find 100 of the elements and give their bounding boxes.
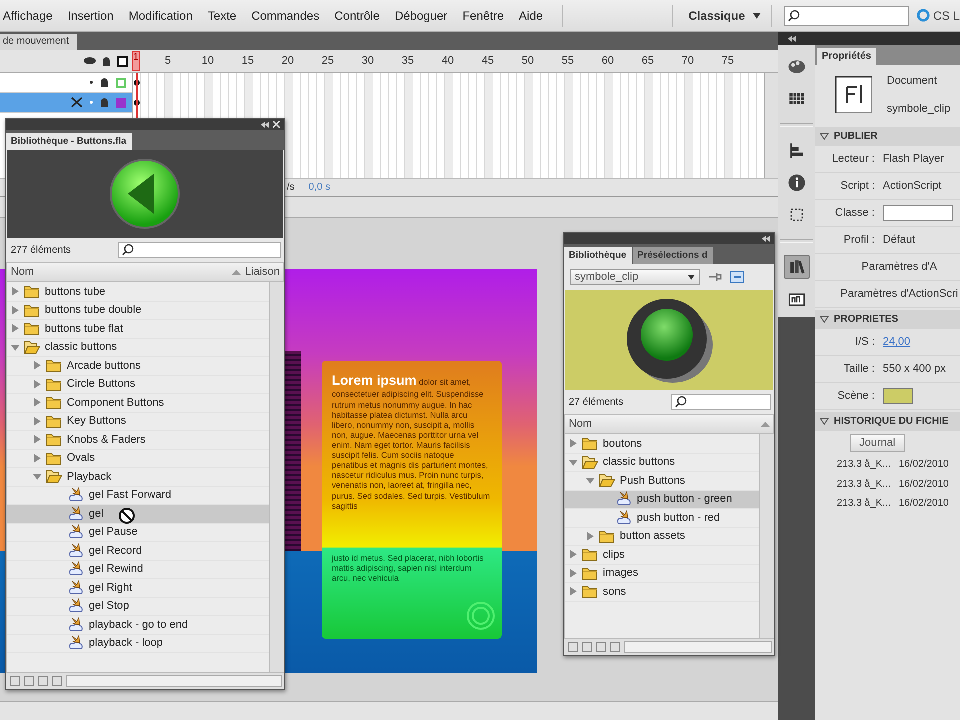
properties-icon[interactable] xyxy=(38,676,49,686)
expand-arrow-icon[interactable] xyxy=(586,532,595,541)
section-header[interactable]: PROPRIETES xyxy=(815,310,960,329)
column-header[interactable]: Nom xyxy=(11,266,34,278)
expand-arrow-icon[interactable] xyxy=(33,454,42,463)
new-folder-icon[interactable] xyxy=(24,676,35,686)
collapse-arrow-icon[interactable] xyxy=(11,342,20,352)
collapse-arrow-icon[interactable] xyxy=(33,472,42,482)
expand-arrow-icon[interactable] xyxy=(11,324,20,334)
new-folder-icon[interactable] xyxy=(582,642,593,652)
menu-item[interactable]: Modification xyxy=(128,6,193,24)
tree-item[interactable]: sons xyxy=(565,583,759,602)
column-header[interactable]: Liaison xyxy=(245,266,280,278)
tree-item[interactable]: buttons tube xyxy=(7,283,269,302)
expand-arrow-icon[interactable] xyxy=(33,416,42,426)
pin-icon[interactable] xyxy=(708,271,722,283)
tree-item[interactable]: Playback xyxy=(7,468,269,486)
horizontal-scrollbar[interactable] xyxy=(624,641,772,653)
expand-arrow-icon[interactable] xyxy=(569,550,578,560)
panel-tab[interactable]: de mouvement xyxy=(0,34,78,50)
collapse-arrow-icon[interactable] xyxy=(586,476,595,486)
menu-item[interactable]: Insertion xyxy=(68,6,114,24)
section-header[interactable]: HISTORIQUE DU FICHIE xyxy=(815,412,960,431)
tree-item[interactable]: boutons xyxy=(565,435,759,454)
menu-item[interactable]: Affichage xyxy=(3,6,53,24)
value-link[interactable]: 24,00 xyxy=(883,336,911,348)
horizontal-scrollbar[interactable] xyxy=(66,675,282,687)
properties-icon[interactable] xyxy=(596,642,607,652)
symbol-dropdown[interactable]: symbole_clip xyxy=(570,269,700,285)
menu-item[interactable]: Contrôle xyxy=(334,6,380,24)
menu-item[interactable]: Déboguer xyxy=(394,6,448,24)
color-swatch[interactable] xyxy=(883,388,913,404)
new-library-icon[interactable] xyxy=(730,270,745,284)
menu-item[interactable]: Texte xyxy=(208,6,237,24)
tree-item[interactable]: push button - green xyxy=(565,490,759,509)
tree-item[interactable]: Component Buttons xyxy=(7,394,269,412)
close-icon[interactable] xyxy=(273,121,280,128)
tree-item[interactable]: gel Pause xyxy=(7,524,269,542)
menu-item[interactable]: Aide xyxy=(519,6,544,24)
tree-item[interactable]: gel Right xyxy=(7,579,269,598)
tree-item[interactable]: gel Rewind xyxy=(7,560,269,579)
tree-item[interactable]: playback - loop xyxy=(7,634,269,653)
collapse-panel-icon[interactable] xyxy=(261,122,269,128)
collapse-arrow-icon[interactable] xyxy=(820,418,829,425)
expand-arrow-icon[interactable] xyxy=(33,361,42,370)
expand-arrow-icon[interactable] xyxy=(569,439,578,448)
books-icon[interactable] xyxy=(784,255,810,279)
search-field[interactable] xyxy=(784,6,910,26)
tree-item[interactable]: gel Stop xyxy=(7,598,269,616)
settings-button[interactable]: Paramètres d'ActionScri xyxy=(840,288,958,300)
delete-icon[interactable] xyxy=(52,676,63,686)
panel-tab[interactable]: Propriétés xyxy=(817,48,876,65)
expand-arrow-icon[interactable] xyxy=(569,568,578,578)
delete-icon[interactable] xyxy=(610,642,621,652)
collapse-arrow-icon[interactable] xyxy=(820,133,829,140)
horizontal-scrollbar[interactable] xyxy=(0,701,778,720)
collapse-panel-icon[interactable] xyxy=(788,36,796,42)
vertical-scrollbar[interactable] xyxy=(759,434,774,638)
expand-arrow-icon[interactable] xyxy=(11,306,20,315)
text-field[interactable] xyxy=(883,205,953,221)
section-header[interactable]: PUBLIER xyxy=(815,127,960,146)
panel-tab[interactable]: Présélections d xyxy=(632,247,713,264)
journal-button[interactable]: Journal xyxy=(850,434,905,452)
tree-item[interactable]: classic buttons xyxy=(7,338,269,357)
collapse-arrow-icon[interactable] xyxy=(820,316,829,323)
workspace-dropdown[interactable]: Classique xyxy=(682,6,768,26)
collapse-arrow-icon[interactable] xyxy=(569,458,578,467)
tree-item[interactable]: gel xyxy=(7,505,269,524)
new-symbol-icon[interactable] xyxy=(10,676,21,686)
tree-item[interactable]: Circle Buttons xyxy=(7,376,269,394)
new-symbol-icon[interactable] xyxy=(568,642,579,652)
expand-arrow-icon[interactable] xyxy=(569,587,578,596)
tree-item[interactable]: clips xyxy=(565,546,759,564)
search-field[interactable] xyxy=(671,394,771,410)
tree-item[interactable]: push button - red xyxy=(565,509,759,528)
tree-item[interactable]: button assets xyxy=(565,528,759,546)
tree-item[interactable]: buttons tube flat xyxy=(7,320,269,338)
menu-item[interactable]: Fenêtre xyxy=(462,6,504,24)
tree-item[interactable]: gel Record xyxy=(7,542,269,560)
tree-item[interactable]: classic buttons xyxy=(565,454,759,472)
playhead[interactable]: 1 xyxy=(132,51,140,71)
tree-item[interactable]: Arcade buttons xyxy=(7,357,269,376)
tree-item[interactable]: playback - go to end xyxy=(7,616,269,634)
vertical-scrollbar[interactable] xyxy=(764,73,778,178)
search-field[interactable] xyxy=(118,242,281,258)
tree-item[interactable]: images xyxy=(565,564,759,583)
tree-item[interactable]: Knobs & Faders xyxy=(7,431,269,450)
settings-button[interactable]: Paramètres d'A xyxy=(862,261,938,273)
menu-item[interactable]: Commandes xyxy=(252,6,320,24)
collapse-panel-icon[interactable] xyxy=(762,236,770,242)
tree-item[interactable]: Ovals xyxy=(7,450,269,468)
tree-item[interactable]: buttons tube double xyxy=(7,302,269,320)
expand-arrow-icon[interactable] xyxy=(33,380,42,389)
column-header[interactable]: Nom xyxy=(569,418,592,430)
expand-arrow-icon[interactable] xyxy=(33,398,42,408)
tree-item[interactable]: Key Buttons xyxy=(7,412,269,431)
expand-arrow-icon[interactable] xyxy=(33,435,42,444)
vertical-scrollbar[interactable] xyxy=(269,282,284,672)
layer-row[interactable] xyxy=(0,93,132,113)
panel-tab[interactable]: Bibliothèque xyxy=(564,247,632,264)
